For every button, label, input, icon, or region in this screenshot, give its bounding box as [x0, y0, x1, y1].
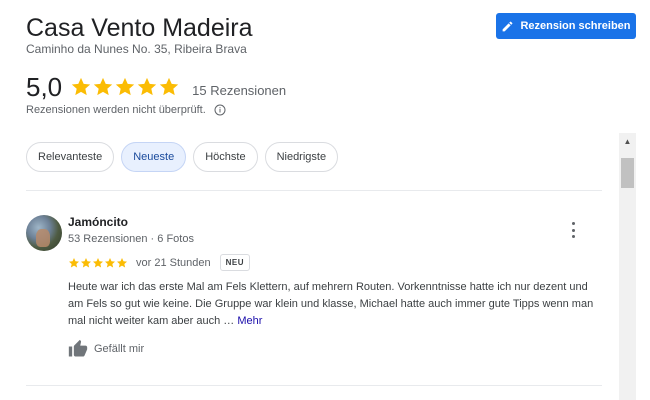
scrollbar[interactable]: ▲	[619, 133, 636, 400]
read-more-link[interactable]: Mehr	[237, 315, 262, 327]
average-rating: 5,0	[26, 72, 63, 102]
review-body: Heute war ich das erste Mal am Fels Klet…	[68, 281, 594, 327]
review-rating-row: vor 21 Stunden NEU	[68, 254, 251, 271]
divider	[26, 385, 602, 386]
like-button[interactable]: Gefällt mir	[68, 339, 144, 359]
write-review-button[interactable]: Rezension schreiben	[496, 13, 636, 39]
review-text: Heute war ich das erste Mal am Fels Klet…	[68, 279, 604, 330]
star-icon	[159, 77, 179, 96]
scroll-thumb[interactable]	[621, 158, 634, 188]
star-icon	[117, 257, 127, 267]
star-icon	[93, 257, 103, 267]
sort-chip-lowest[interactable]: Niedrigste	[264, 142, 339, 172]
review-notice-text: Rezensionen werden nicht überprüft.	[26, 104, 206, 116]
reviewer-name[interactable]: Jamóncito	[68, 215, 128, 229]
write-review-label: Rezension schreiben	[520, 20, 631, 32]
star-icon	[69, 257, 79, 267]
review-date: vor 21 Stunden	[136, 256, 211, 269]
review-count-link[interactable]: 15 Rezensionen	[192, 77, 286, 98]
sort-chip-highest[interactable]: Höchste	[193, 142, 258, 172]
info-icon[interactable]	[214, 104, 226, 116]
star-icon	[71, 77, 91, 96]
star-icon	[81, 257, 91, 267]
review-notice: Rezensionen werden nicht überprüft.	[26, 104, 226, 116]
divider	[26, 190, 602, 191]
avatar[interactable]	[26, 215, 62, 251]
star-icon	[115, 77, 135, 96]
scroll-up-arrow-icon[interactable]: ▲	[619, 133, 636, 150]
sort-chips: Relevanteste Neueste Höchste Niedrigste	[26, 142, 339, 172]
rating-summary: 5,0 15 Rezensionen	[26, 72, 286, 102]
pencil-icon	[503, 21, 513, 31]
more-options-icon[interactable]	[568, 222, 578, 238]
sort-chip-newest[interactable]: Neueste	[121, 142, 187, 172]
place-title: Casa Vento Madeira	[26, 14, 253, 42]
star-icon	[93, 77, 113, 96]
place-address: Caminho da Nunes No. 35, Ribeira Brava	[26, 42, 247, 56]
new-badge: NEU	[219, 254, 251, 271]
sort-chip-relevant[interactable]: Relevanteste	[26, 142, 115, 172]
thumbs-up-icon	[68, 339, 88, 357]
star-icon	[105, 257, 115, 267]
average-stars	[70, 76, 180, 98]
like-label: Gefällt mir	[94, 343, 145, 355]
star-icon	[137, 77, 157, 96]
review-stars	[68, 257, 128, 269]
reviewer-meta: 53 Rezensionen · 6 Fotos	[68, 233, 194, 245]
